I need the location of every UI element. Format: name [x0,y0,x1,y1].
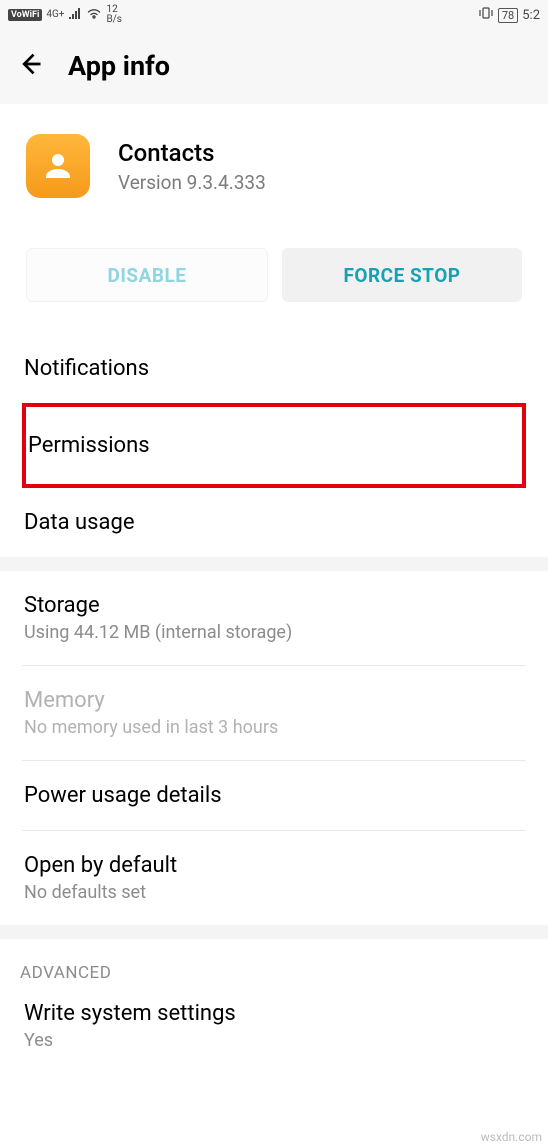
open-by-default-item[interactable]: Open by default No defaults set [0,831,548,925]
vibrate-icon [478,6,494,24]
signal-bars-icon [68,7,82,23]
storage-item[interactable]: Storage Using 44.12 MB (internal storage… [0,571,548,665]
data-usage-item[interactable]: Data usage [0,488,548,557]
battery-icon: 78 [498,8,518,23]
memory-item: Memory No memory used in last 3 hours [0,666,548,760]
notifications-item[interactable]: Notifications [0,334,548,403]
status-time: 5:2 [522,8,540,23]
write-system-settings-item[interactable]: Write system settings Yes [0,993,548,1073]
status-bar: VoWiFi 4G+ 12 B/s 78 5:2 [0,0,548,30]
memory-value: No memory used in last 3 hours [24,717,524,738]
section-divider [0,925,548,939]
permissions-label: Permissions [28,433,150,458]
signal-4g-icon: 4G+ [46,10,64,20]
storage-value: Using 44.12 MB (internal storage) [24,622,524,643]
speed-unit: B/s [106,15,122,25]
disable-button[interactable]: DISABLE [26,248,268,302]
memory-label: Memory [24,688,524,713]
app-version: Version 9.3.4.333 [118,171,266,194]
page-title: App info [68,50,170,82]
force-stop-button[interactable]: FORCE STOP [282,248,522,302]
back-arrow-icon[interactable] [16,50,44,82]
app-header: App info [0,30,548,104]
write-settings-value: Yes [24,1030,524,1051]
action-buttons: DISABLE FORCE STOP [0,218,548,334]
power-usage-item[interactable]: Power usage details [0,761,548,830]
section-divider [0,557,548,571]
storage-label: Storage [24,593,524,618]
advanced-section-header: ADVANCED [0,939,548,993]
app-info-row: Contacts Version 9.3.4.333 [0,104,548,218]
permissions-item[interactable]: Permissions [22,403,526,488]
write-settings-label: Write system settings [24,1001,524,1026]
open-default-value: No defaults set [24,882,524,903]
wifi-icon [86,7,102,23]
notifications-label: Notifications [24,356,524,381]
status-left: VoWiFi 4G+ 12 B/s [8,5,122,25]
contacts-app-icon [26,134,90,198]
vowifi-icon: VoWiFi [8,9,42,21]
data-usage-label: Data usage [24,510,524,535]
open-default-label: Open by default [24,853,524,878]
power-usage-label: Power usage details [24,783,524,808]
watermark: wsxdn.com [481,1130,542,1144]
status-right: 78 5:2 [478,6,540,24]
app-name: Contacts [118,139,266,167]
